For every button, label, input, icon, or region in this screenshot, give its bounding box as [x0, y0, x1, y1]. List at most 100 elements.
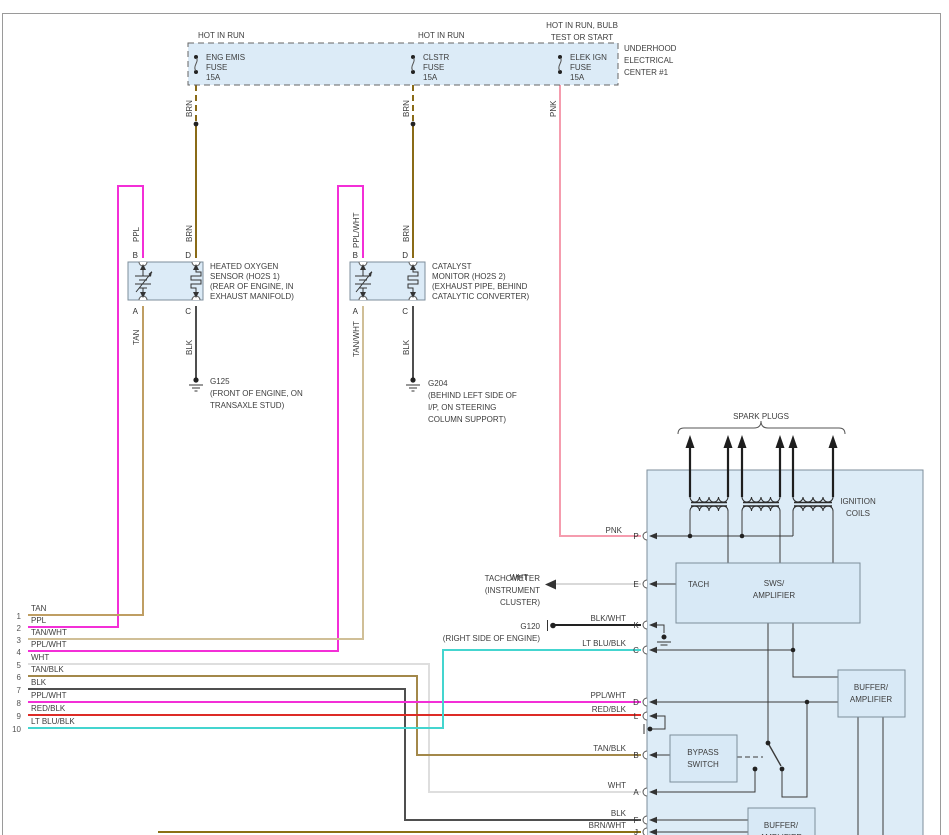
wire-label-tan-wht: TAN/WHT — [352, 321, 361, 357]
ignition-coils-label: COILS — [846, 509, 870, 518]
wire-label-blk: BLK — [402, 339, 411, 355]
wire-pnk — [559, 85, 641, 537]
fuse-label: FUSE — [206, 63, 227, 72]
splice-dot — [410, 121, 416, 127]
connector-wire-label: RED/BLK — [31, 704, 66, 713]
component-name: CATALYTIC CONVERTER) — [432, 292, 530, 301]
left-arrow-icon — [545, 579, 556, 590]
underhood-label: ELECTRICAL — [624, 56, 674, 65]
pin-letter: K — [633, 621, 639, 630]
wire-label-brn: BRN — [402, 100, 411, 117]
ground-g204: G204 (BEHIND LEFT SIDE OF I/P, ON STEERI… — [406, 377, 517, 424]
connector-pin-number: 10 — [12, 725, 21, 734]
pin-letter: A — [353, 307, 359, 316]
spark-plugs-label: SPARK PLUGS — [733, 412, 789, 421]
connector-wire-label: BLK — [31, 678, 47, 687]
connector-pin-number: 8 — [17, 699, 22, 708]
wire-tan — [28, 306, 144, 616]
wire-label-tan-blk: TAN/BLK — [593, 744, 626, 753]
fuse-label: ENG EMIS — [206, 53, 245, 62]
switch-pivot — [765, 740, 771, 746]
hot-in-run-label: HOT IN RUN, BULB — [546, 21, 618, 30]
wire-label-blk: BLK — [185, 339, 194, 355]
pin-arcs — [642, 531, 648, 835]
ground-desc: (RIGHT SIDE OF ENGINE) — [443, 634, 541, 643]
hot-in-run-label: HOT IN RUN — [418, 31, 465, 40]
ground-g125: G125 (FRONT OF ENGINE, ON TRANSAXLE STUD… — [189, 377, 303, 410]
ground-icon — [189, 384, 203, 392]
buffer-amp-2-label: BUFFER/ — [764, 821, 799, 830]
wire-label-blk-wht: BLK/WHT — [590, 614, 626, 623]
bypass-switch-box — [669, 734, 738, 783]
splice-dot — [193, 121, 199, 127]
sws-label: AMPLIFIER — [753, 591, 795, 600]
tachometer-label: (INSTRUMENT — [485, 586, 540, 595]
ground-id: G204 — [428, 379, 448, 388]
tachometer-label: CLUSTER) — [500, 598, 540, 607]
wire-label-brn-wht: BRN/WHT — [589, 821, 626, 830]
connector-wire-label: TAN/WHT — [31, 628, 67, 637]
underhood-label: UNDERHOOD — [624, 44, 677, 53]
connector-wire-label: TAN — [31, 604, 47, 613]
module-pins: P E K C D L B A F J PNK WHT BLK/WHT LT B… — [510, 526, 657, 835]
component-name: CATALYST — [432, 262, 472, 271]
connector-pin-number: 1 — [17, 612, 22, 621]
pin-letter: F — [634, 816, 639, 825]
connector-pin-number: 4 — [17, 648, 22, 657]
connector-wire-label: PPL/WHT — [31, 640, 67, 649]
tachometer-callout: TACHOMETER (INSTRUMENT CLUSTER) — [485, 574, 556, 607]
case-ground-dot — [647, 726, 653, 732]
connector-wire-label: TAN/BLK — [31, 665, 64, 674]
ground-g120: G120 (RIGHT SIDE OF ENGINE) — [443, 620, 556, 643]
fuse-rating: 15A — [570, 73, 585, 82]
underhood-electrical-center: ENG EMIS FUSE 15A CLSTR FUSE 15A ELEK IG… — [187, 21, 677, 86]
pin-letter: B — [133, 251, 138, 260]
fuse-label: CLSTR — [423, 53, 449, 62]
tachometer-label: TACHOMETER — [485, 574, 541, 583]
component-name: (REAR OF ENGINE, IN — [210, 282, 294, 291]
fuse-label: ELEK IGN — [570, 53, 607, 62]
buffer-amplifier-box — [837, 669, 906, 718]
wire-ppl — [28, 185, 144, 628]
switch-contact — [779, 766, 785, 772]
wire-label-brn: BRN — [402, 225, 411, 242]
connector-wire-label: WHT — [31, 653, 49, 662]
connector-pin-number: 3 — [17, 636, 22, 645]
wire-label-ppl-wht: PPL/WHT — [590, 691, 626, 700]
connector-pin-number: 2 — [17, 624, 22, 633]
component-name: SENSOR (HO2S 1) — [210, 272, 280, 281]
pin-letter: L — [634, 712, 639, 721]
switch-contact — [752, 766, 758, 772]
connector-wire-label: PPL — [31, 616, 47, 625]
fuse-label: FUSE — [423, 63, 444, 72]
bypass-label: SWITCH — [687, 760, 719, 769]
ground-id: G120 — [520, 622, 540, 631]
wire-label-pnk-p: PNK — [606, 526, 623, 535]
connector-pin-number: 6 — [17, 673, 22, 682]
connector-wire-label: PPL/WHT — [31, 691, 67, 700]
buffer-amp-label: AMPLIFIER — [850, 695, 892, 704]
hot-in-run-label: HOT IN RUN — [198, 31, 245, 40]
wire-label-brn: BRN — [185, 100, 194, 117]
ignition-coils-label: IGNITION — [840, 497, 876, 506]
pin-letter: A — [633, 788, 639, 797]
pin-letter: D — [185, 251, 191, 260]
connector-wire-label: LT BLU/BLK — [31, 717, 75, 726]
wire-label-wht: WHT — [608, 781, 626, 790]
pin-letter: C — [185, 307, 191, 316]
connector-pin-number: 9 — [17, 712, 22, 721]
pin-letter: E — [633, 580, 638, 589]
pin-letter: B — [633, 751, 638, 760]
wire-label-brn: BRN — [185, 225, 194, 242]
pin-letter: C — [633, 646, 639, 655]
pin-letter: C — [402, 307, 408, 316]
sws-label: SWS/ — [764, 579, 785, 588]
fuse-label: FUSE — [570, 63, 591, 72]
buffer-amp-label: BUFFER/ — [854, 683, 889, 692]
ground-desc: COLUMN SUPPORT) — [428, 415, 506, 424]
connector-pin-number: 5 — [17, 661, 22, 670]
ground-dot — [550, 622, 556, 629]
ground-dot — [410, 377, 416, 383]
wiring-diagram: ENG EMIS FUSE 15A CLSTR FUSE 15A ELEK IG… — [0, 0, 949, 835]
pin-letter: J — [634, 828, 638, 835]
